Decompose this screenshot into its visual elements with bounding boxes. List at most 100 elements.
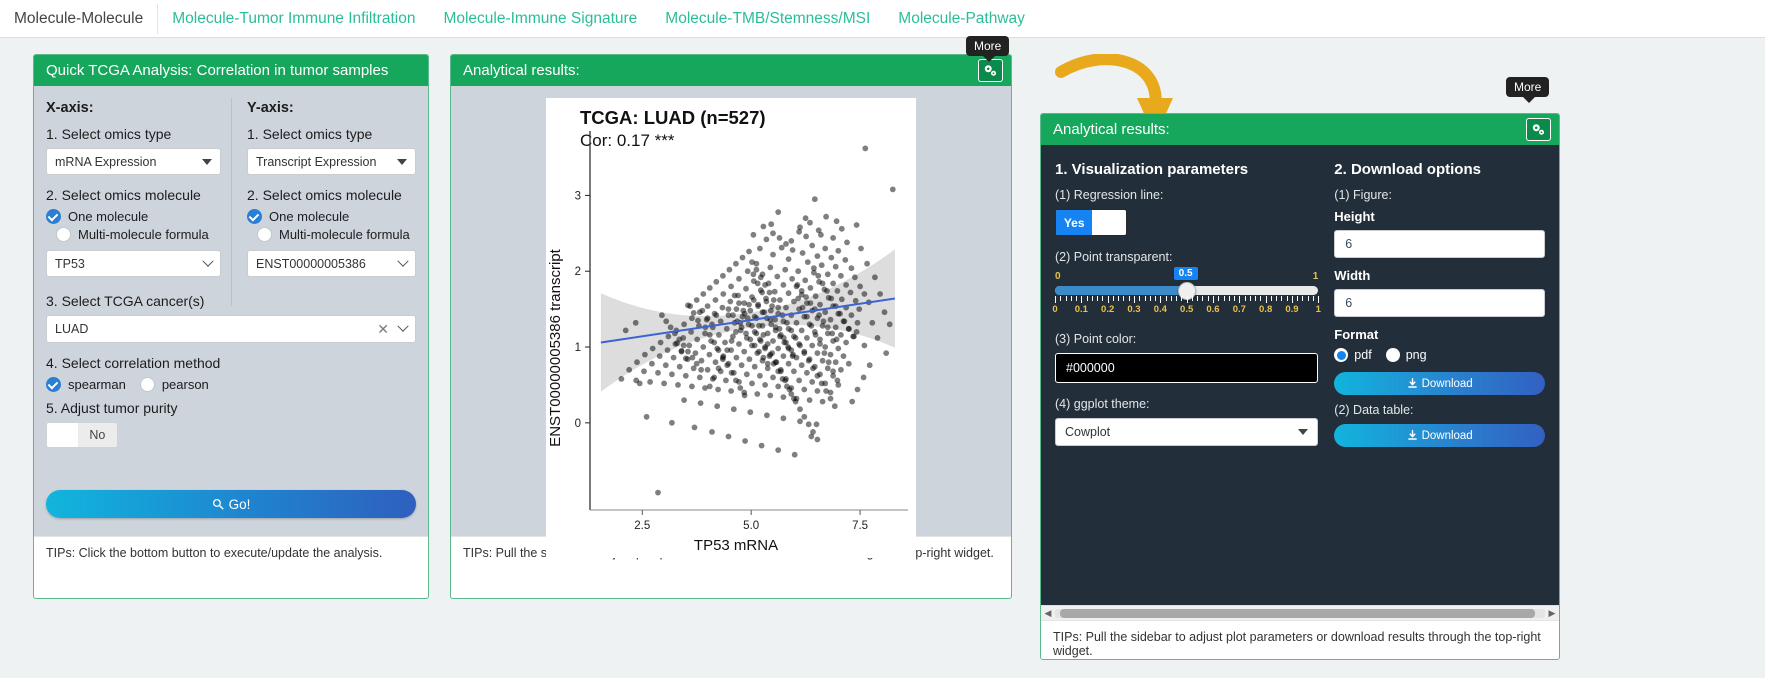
scroll-right-icon[interactable]: ▶ xyxy=(1545,608,1559,619)
regression-line-toggle[interactable]: Yes xyxy=(1055,209,1127,236)
y-axis-heading: Y-axis: xyxy=(247,100,294,116)
scatter-point xyxy=(723,377,729,384)
tumor-purity-value: No xyxy=(89,428,106,442)
scatter-point xyxy=(779,376,786,382)
scatter-point xyxy=(727,298,734,305)
radio-pearson-label: pearson xyxy=(161,377,209,392)
slider-track[interactable]: 0.5 xyxy=(1055,267,1319,300)
format-option-pdf[interactable]: pdf xyxy=(1334,348,1372,362)
scatter-point xyxy=(805,357,812,364)
scatter-point xyxy=(720,272,726,279)
scatter-point xyxy=(641,368,647,375)
point-transparent-slider[interactable]: 0 1 0.5 0 0.1 0.2 0.3 0.4 0.5 0.6 0.7 0.8 0.9 1 xyxy=(1052,267,1321,316)
scatter-point xyxy=(678,347,685,354)
y-radio-one-molecule[interactable]: One molecule xyxy=(247,209,416,224)
go-button-label: Go! xyxy=(228,496,251,512)
scatter-point xyxy=(854,319,861,326)
scatter-point xyxy=(784,319,790,326)
scatter-point xyxy=(682,372,689,379)
radio-checked-icon xyxy=(46,377,61,392)
scrollbar-track[interactable] xyxy=(1055,608,1545,618)
scatter-point xyxy=(768,221,775,228)
slider-min-label: 0 xyxy=(1055,271,1061,282)
ggplot-theme-select[interactable]: Cowplot xyxy=(1055,418,1319,446)
x-omics-type-select[interactable]: mRNA Expression xyxy=(46,148,221,175)
scatter-point xyxy=(681,321,687,328)
scroll-left-icon[interactable]: ◀ xyxy=(1041,608,1055,619)
nav-tab-tumor-immune-infiltration[interactable]: Molecule-Tumor Immune Infiltration xyxy=(158,1,429,37)
mid-more-settings-button[interactable] xyxy=(978,59,1003,82)
x-radio-one-molecule[interactable]: One molecule xyxy=(46,209,221,224)
y-radio-multi-molecule[interactable]: Multi-molecule formula xyxy=(257,227,416,242)
width-input[interactable]: 6 xyxy=(1334,289,1545,317)
format-label: Format xyxy=(1334,327,1379,342)
point-color-input[interactable]: #000000 xyxy=(1055,353,1319,383)
scatter-point xyxy=(777,297,783,303)
scatter-point xyxy=(838,366,844,373)
slider-tick-label: 0.8 xyxy=(1259,304,1273,315)
nav-tab-tmb-stemness-msi[interactable]: Molecule-TMB/Stemness/MSI xyxy=(651,1,884,37)
scatter-point xyxy=(700,291,707,297)
scatter-point xyxy=(804,259,811,265)
plot-y-axis-label: ENST00000005386 transcript xyxy=(547,248,564,446)
scatter-point xyxy=(770,338,776,344)
scatter-point xyxy=(818,380,825,387)
scatter-point xyxy=(889,186,896,193)
scatter-point xyxy=(770,360,777,367)
clear-icon[interactable]: ✕ xyxy=(377,322,389,336)
scatter-point xyxy=(798,327,805,334)
scatter-point xyxy=(822,245,829,252)
scatter-point xyxy=(792,398,799,405)
download-table-label: Download xyxy=(1421,429,1473,442)
y-radio-one-label: One molecule xyxy=(269,209,350,224)
format-option-png[interactable]: png xyxy=(1385,348,1427,362)
regression-line-label: (1) Regression line: xyxy=(1055,188,1164,202)
y-molecule-select[interactable]: ENST00000005386 xyxy=(247,250,416,277)
scatter-point xyxy=(813,421,820,428)
nav-tab-immune-signature[interactable]: Molecule-Immune Signature xyxy=(429,1,651,37)
x-radio-multi-molecule[interactable]: Multi-molecule formula xyxy=(56,227,221,242)
scatter-point xyxy=(698,366,704,373)
scrollbar-thumb[interactable] xyxy=(1059,608,1536,618)
horizontal-scrollbar[interactable]: ◀ ▶ xyxy=(1041,605,1559,620)
cancer-select[interactable]: LUAD ✕ xyxy=(46,315,416,343)
mid-card-title: Analytical results: xyxy=(463,62,580,79)
tumor-purity-label: 5. Adjust tumor purity xyxy=(46,400,178,416)
scatter-point xyxy=(866,362,873,369)
y-omics-type-select[interactable]: Transcript Expression xyxy=(247,148,416,175)
right-more-settings-button[interactable] xyxy=(1526,118,1551,141)
scatter-point xyxy=(775,209,782,215)
slider-ticks xyxy=(1055,296,1320,303)
scatter-point xyxy=(736,341,742,347)
download-table-button[interactable]: Download xyxy=(1334,424,1545,447)
scatter-point xyxy=(811,196,818,203)
scatter-point xyxy=(854,386,861,393)
nav-tab-molecule-molecule[interactable]: Molecule-Molecule xyxy=(0,1,157,37)
scatter-point xyxy=(698,357,705,364)
go-button[interactable]: Go! xyxy=(46,490,416,518)
scatter-point xyxy=(797,406,803,413)
gears-icon xyxy=(1532,123,1545,135)
scatter-point xyxy=(715,347,722,353)
radio-unchecked-icon xyxy=(257,227,272,242)
height-value: 6 xyxy=(1345,237,1353,251)
scatter-point xyxy=(789,247,796,253)
x-molecule-select[interactable]: TP53 xyxy=(46,250,221,277)
radio-pearson[interactable]: pearson xyxy=(139,377,209,392)
slider-tick-labels: 0 0.1 0.2 0.3 0.4 0.5 0.6 0.7 0.8 0.9 1 xyxy=(1052,304,1321,316)
scatter-point xyxy=(719,304,726,311)
scatter-point xyxy=(799,250,806,256)
scatter-point xyxy=(756,348,762,355)
ggplot-theme-label: (4) ggplot theme: xyxy=(1055,397,1150,411)
scatter-point xyxy=(872,274,878,281)
download-figure-button[interactable]: Download xyxy=(1334,372,1545,395)
height-input[interactable]: 6 xyxy=(1334,230,1545,258)
tumor-purity-toggle[interactable]: No xyxy=(46,422,118,448)
right-card-body: 1. Visualization parameters (1) Regressi… xyxy=(1041,145,1559,620)
scatter-point xyxy=(798,288,805,294)
scatter-point xyxy=(796,377,802,384)
scatter-point xyxy=(812,332,819,338)
scatter-point xyxy=(799,304,806,311)
radio-spearman[interactable]: spearman xyxy=(46,377,126,392)
nav-tab-molecule-pathway[interactable]: Molecule-Pathway xyxy=(884,1,1039,37)
